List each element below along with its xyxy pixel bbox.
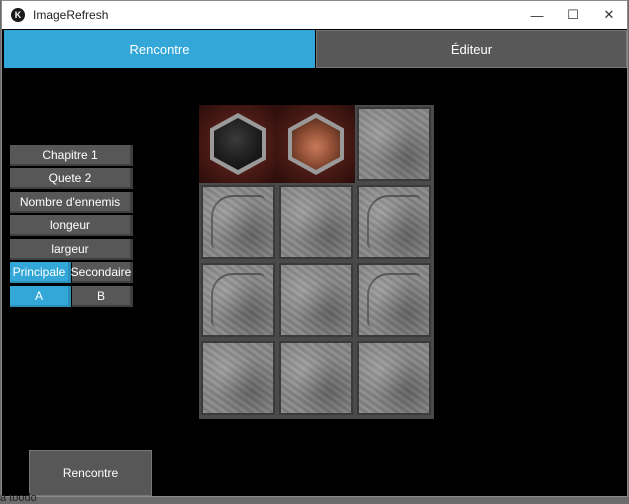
dark-monster-token[interactable] <box>199 105 277 183</box>
window-controls: — ☐ ✕ <box>519 1 627 29</box>
floor-tile[interactable] <box>279 185 353 259</box>
primary-toggle[interactable]: Principale <box>10 262 71 283</box>
floor-tile[interactable] <box>357 341 431 415</box>
quest-button[interactable]: Quete 2 <box>10 168 133 189</box>
length-button[interactable]: longeur <box>10 215 133 236</box>
width-button[interactable]: largeur <box>10 239 133 260</box>
enemy-count-button[interactable]: Nombre d'ennemis <box>10 192 133 213</box>
board-grid <box>199 105 434 419</box>
floor-tile[interactable] <box>279 263 353 337</box>
maximize-icon[interactable]: ☐ <box>555 1 591 29</box>
tab-editeur[interactable]: Éditeur <box>316 30 627 68</box>
floor-tile[interactable] <box>357 185 431 259</box>
variant-a-toggle[interactable]: A <box>10 286 71 307</box>
floor-tile[interactable] <box>201 341 275 415</box>
floor-tile[interactable] <box>201 263 275 337</box>
close-icon[interactable]: ✕ <box>591 1 627 29</box>
window-title: ImageRefresh <box>33 8 109 22</box>
app-window: K ImageRefresh — ☐ ✕ Rencontre Éditeur C… <box>1 0 628 497</box>
title-bar: K ImageRefresh — ☐ ✕ <box>2 1 627 29</box>
background-text: a toodo <box>0 492 37 504</box>
variant-b-toggle[interactable]: B <box>72 286 133 307</box>
floor-tile[interactable] <box>357 263 431 337</box>
tab-rencontre[interactable]: Rencontre <box>4 30 315 68</box>
kivy-icon: K <box>11 8 25 22</box>
floor-tile[interactable] <box>279 341 353 415</box>
floor-tile[interactable] <box>201 185 275 259</box>
orc-monster-token[interactable] <box>277 105 355 183</box>
floor-tile[interactable] <box>357 107 431 181</box>
encounter-button[interactable]: Rencontre <box>29 450 152 496</box>
secondary-toggle[interactable]: Secondaire <box>71 262 133 283</box>
chapter-button[interactable]: Chapitre 1 <box>10 145 133 166</box>
minimize-icon[interactable]: — <box>519 1 555 29</box>
